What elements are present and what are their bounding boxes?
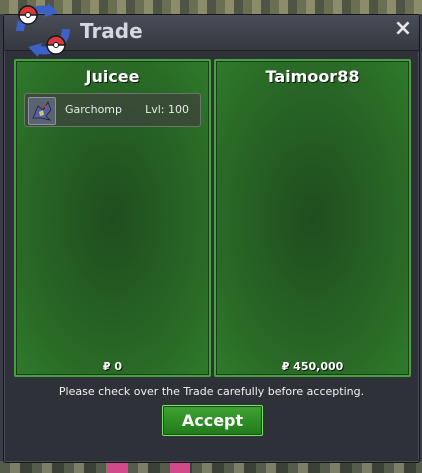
trade-logo-icon	[16, 3, 70, 57]
trade-pokemon-slot[interactable]: Garchomp Lvl: 100	[24, 93, 201, 127]
player-name: Juicee	[85, 67, 140, 86]
background-sprite	[108, 463, 128, 473]
trade-panel-partner: Taimoor88 ₽ 450,000	[214, 59, 411, 377]
trade-panel-self: Juicee Garchomp Lvl: 100 ₽ 0	[14, 59, 211, 377]
window-title: Trade	[80, 19, 143, 43]
accept-button[interactable]: Accept	[162, 405, 263, 436]
pokemon-name: Garchomp	[65, 103, 122, 116]
garchomp-sprite-icon	[28, 97, 56, 125]
money-offered: ₽ 450,000	[281, 360, 344, 373]
background-sprite	[170, 463, 190, 473]
trade-notice-text: Please check over the Trade carefully be…	[58, 385, 365, 398]
trade-window: Trade × Juicee Garchomp Lvl: 100 ₽ 0 Tai…	[3, 3, 420, 463]
pokemon-level: Lvl: 100	[145, 103, 189, 116]
close-icon[interactable]: ×	[393, 18, 413, 40]
player-name: Taimoor88	[265, 67, 360, 86]
money-offered: ₽ 0	[102, 360, 123, 373]
